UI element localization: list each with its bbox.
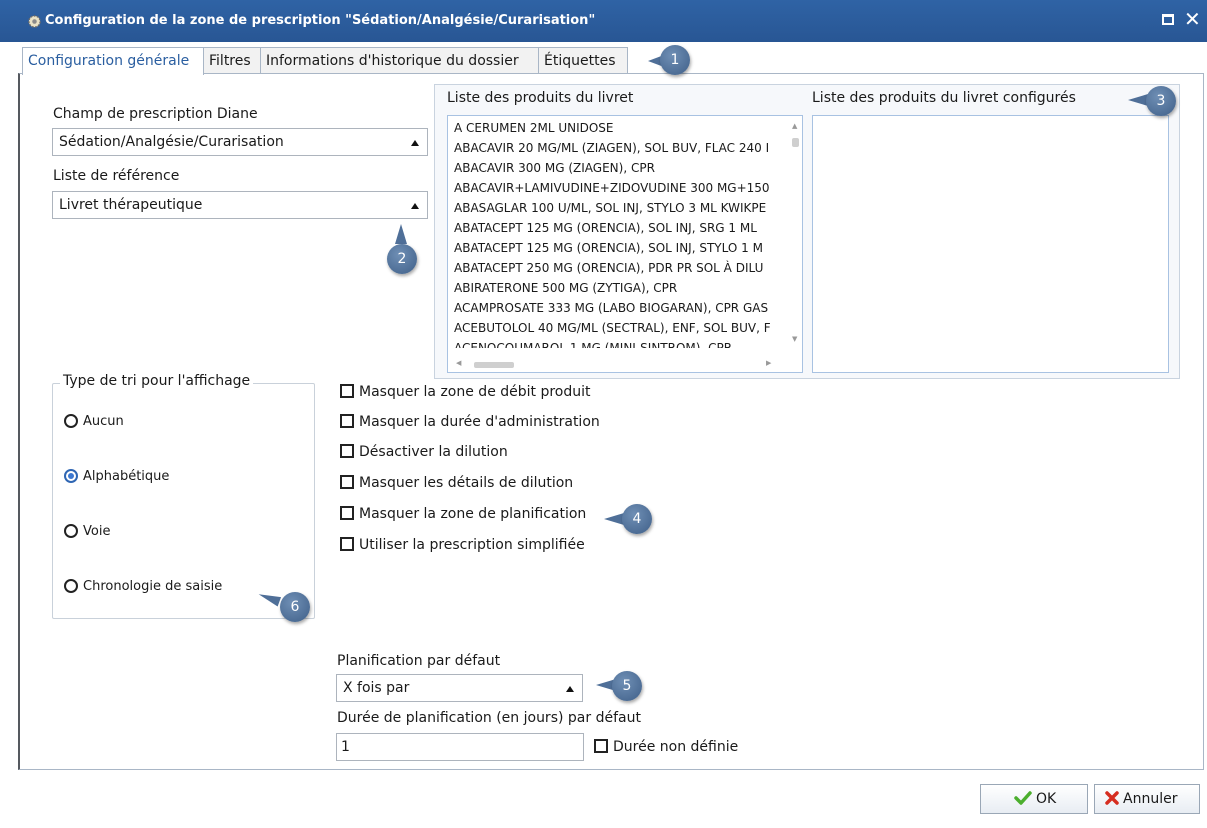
scroll-thumb[interactable] xyxy=(792,138,799,147)
radio-circle-icon xyxy=(64,469,78,483)
callout-pointer xyxy=(395,224,407,244)
planification-label: Planification par défaut xyxy=(337,653,501,669)
radio-label: Chronologie de saisie xyxy=(83,579,223,594)
champ-select[interactable]: Sédation/Analgésie/Curarisation xyxy=(52,128,428,156)
callout-pointer xyxy=(604,513,624,525)
close-button[interactable]: ✕ xyxy=(1184,8,1201,30)
checkbox-masquer-duree[interactable]: Masquer la durée d'administration xyxy=(340,414,600,430)
callout-badge-4: 4 xyxy=(622,504,652,534)
callout-badge-5: 5 xyxy=(612,671,642,701)
radio-chronologie[interactable]: Chronologie de saisie xyxy=(64,579,222,594)
checkmark-icon xyxy=(1014,791,1032,805)
liste-reference-value: Livret thérapeutique xyxy=(59,197,203,213)
checkbox-icon xyxy=(340,414,354,428)
list-item[interactable]: ABATACEPT 250 MG (ORENCIA), PDR PR SOL À… xyxy=(454,259,763,278)
list-item[interactable]: ABACAVIR 20 MG/ML (ZIAGEN), SOL BUV, FLA… xyxy=(454,139,769,158)
list-item[interactable]: A CERUMEN 2ML UNIDOSE xyxy=(454,119,614,138)
scroll-right-icon[interactable]: ▶ xyxy=(766,359,771,367)
cancel-button[interactable]: Annuler xyxy=(1094,784,1200,814)
duree-input[interactable]: 1 xyxy=(336,733,584,761)
scroll-down-icon[interactable]: ▼ xyxy=(792,335,797,343)
tab-informations-historique[interactable]: Informations d'historique du dossier xyxy=(260,47,539,74)
list-item[interactable]: ABACAVIR+LAMIVUDINE+ZIDOVUDINE 300 MG+15… xyxy=(454,179,770,198)
champ-value: Sédation/Analgésie/Curarisation xyxy=(59,134,284,150)
gear-icon xyxy=(28,15,41,28)
checkbox-masquer-details-dilution[interactable]: Masquer les détails de dilution xyxy=(340,475,573,491)
scroll-left-icon[interactable]: ◀ xyxy=(456,359,461,367)
checkbox-duree-non-definie[interactable]: Durée non définie xyxy=(594,739,738,755)
planification-value: X fois par xyxy=(343,680,410,696)
liste-reference-label: Liste de référence xyxy=(53,168,180,184)
planification-select[interactable]: X fois par xyxy=(336,674,583,702)
checkbox-label: Masquer la zone de débit produit xyxy=(359,384,591,400)
sort-group-title: Type de tri pour l'affichage xyxy=(60,373,254,389)
dropdown-arrow-icon xyxy=(411,140,419,146)
checkbox-desactiver-dilution[interactable]: Désactiver la dilution xyxy=(340,444,508,460)
scroll-up-icon[interactable]: ▲ xyxy=(792,122,797,130)
checkbox-label: Durée non définie xyxy=(613,739,739,755)
cancel-label: Annuler xyxy=(1123,791,1178,807)
checkbox-label: Masquer la zone de planification xyxy=(359,506,587,522)
radio-label: Voie xyxy=(83,524,111,539)
checkbox-label: Masquer la durée d'administration xyxy=(359,414,600,430)
tab-configuration-generale[interactable]: Configuration générale xyxy=(22,47,204,75)
list-item[interactable]: ACENOCOUMAROL 1 MG (MINI-SINTROM), CPR xyxy=(454,339,732,348)
radio-circle-icon xyxy=(64,414,78,428)
ok-button[interactable]: OK xyxy=(980,784,1088,814)
tab-filtres[interactable]: Filtres xyxy=(203,47,261,74)
list-item[interactable]: ABACAVIR 300 MG (ZIAGEN), CPR xyxy=(454,159,655,178)
vertical-scrollbar[interactable]: ▲ ▼ xyxy=(789,116,802,358)
checkbox-icon xyxy=(340,537,354,551)
checkbox-icon xyxy=(340,506,354,520)
list-item[interactable]: ABATACEPT 125 MG (ORENCIA), SOL INJ, SRG… xyxy=(454,219,757,238)
checkbox-label: Utiliser la prescription simplifiée xyxy=(359,537,585,553)
radio-aucun[interactable]: Aucun xyxy=(64,414,124,429)
checkbox-icon xyxy=(594,739,608,753)
checkbox-icon xyxy=(340,384,354,398)
dropdown-arrow-icon xyxy=(411,203,419,209)
configured-list-label: Liste des produits du livret configurés xyxy=(812,90,1076,106)
products-list-label: Liste des produits du livret xyxy=(447,90,634,106)
list-item[interactable]: ACEBUTOLOL 40 MG/ML (SECTRAL), ENF, SOL … xyxy=(454,319,771,338)
liste-reference-select[interactable]: Livret thérapeutique xyxy=(52,191,428,219)
radio-voie[interactable]: Voie xyxy=(64,524,110,539)
checkbox-label: Masquer les détails de dilution xyxy=(359,475,574,491)
list-item[interactable]: ABASAGLAR 100 U/ML, SOL INJ, STYLO 3 ML … xyxy=(454,199,766,218)
callout-badge-2: 2 xyxy=(387,244,417,274)
tab-etiquettes[interactable]: Étiquettes xyxy=(538,47,628,74)
list-item[interactable]: ABIRATERONE 500 MG (ZYTIGA), CPR xyxy=(454,279,677,298)
radio-circle-icon xyxy=(64,579,78,593)
callout-badge-1: 1 xyxy=(660,45,690,75)
champ-label: Champ de prescription Diane xyxy=(53,106,258,122)
dropdown-arrow-icon xyxy=(566,686,574,692)
ok-label: OK xyxy=(1036,791,1057,807)
list-item[interactable]: ACAMPROSATE 333 MG (LABO BIOGARAN), CPR … xyxy=(454,299,768,318)
window-title: Configuration de la zone de prescription… xyxy=(45,13,596,28)
checkbox-icon xyxy=(340,475,354,489)
checkbox-masquer-debit[interactable]: Masquer la zone de débit produit xyxy=(340,384,591,400)
callout-pointer xyxy=(1128,94,1148,106)
configured-listbox[interactable] xyxy=(812,115,1169,373)
scroll-thumb[interactable] xyxy=(474,362,514,368)
maximize-button[interactable] xyxy=(1162,14,1174,25)
radio-circle-icon xyxy=(64,524,78,538)
checkbox-label: Désactiver la dilution xyxy=(359,444,508,460)
checkbox-icon xyxy=(340,444,354,458)
radio-label: Aucun xyxy=(83,414,124,429)
radio-label: Alphabétique xyxy=(83,469,170,484)
checkbox-prescription-simplifiee[interactable]: Utiliser la prescription simplifiée xyxy=(340,537,585,553)
cancel-x-icon xyxy=(1105,791,1119,805)
list-item[interactable]: ABATACEPT 125 MG (ORENCIA), SOL INJ, STY… xyxy=(454,239,763,258)
radio-alphabetique[interactable]: Alphabétique xyxy=(64,469,169,484)
horizontal-scrollbar[interactable]: ◀ ▶ xyxy=(448,358,789,372)
callout-badge-3: 3 xyxy=(1146,86,1176,116)
title-bar: Configuration de la zone de prescription… xyxy=(0,0,1207,42)
callout-badge-6: 6 xyxy=(280,592,310,622)
products-listbox[interactable]: A CERUMEN 2ML UNIDOSE ABACAVIR 20 MG/ML … xyxy=(447,115,803,373)
config-dialog: Configuration de la zone de prescription… xyxy=(0,0,1207,828)
checkbox-masquer-planification[interactable]: Masquer la zone de planification xyxy=(340,506,586,522)
duree-label: Durée de planification (en jours) par dé… xyxy=(337,710,641,726)
